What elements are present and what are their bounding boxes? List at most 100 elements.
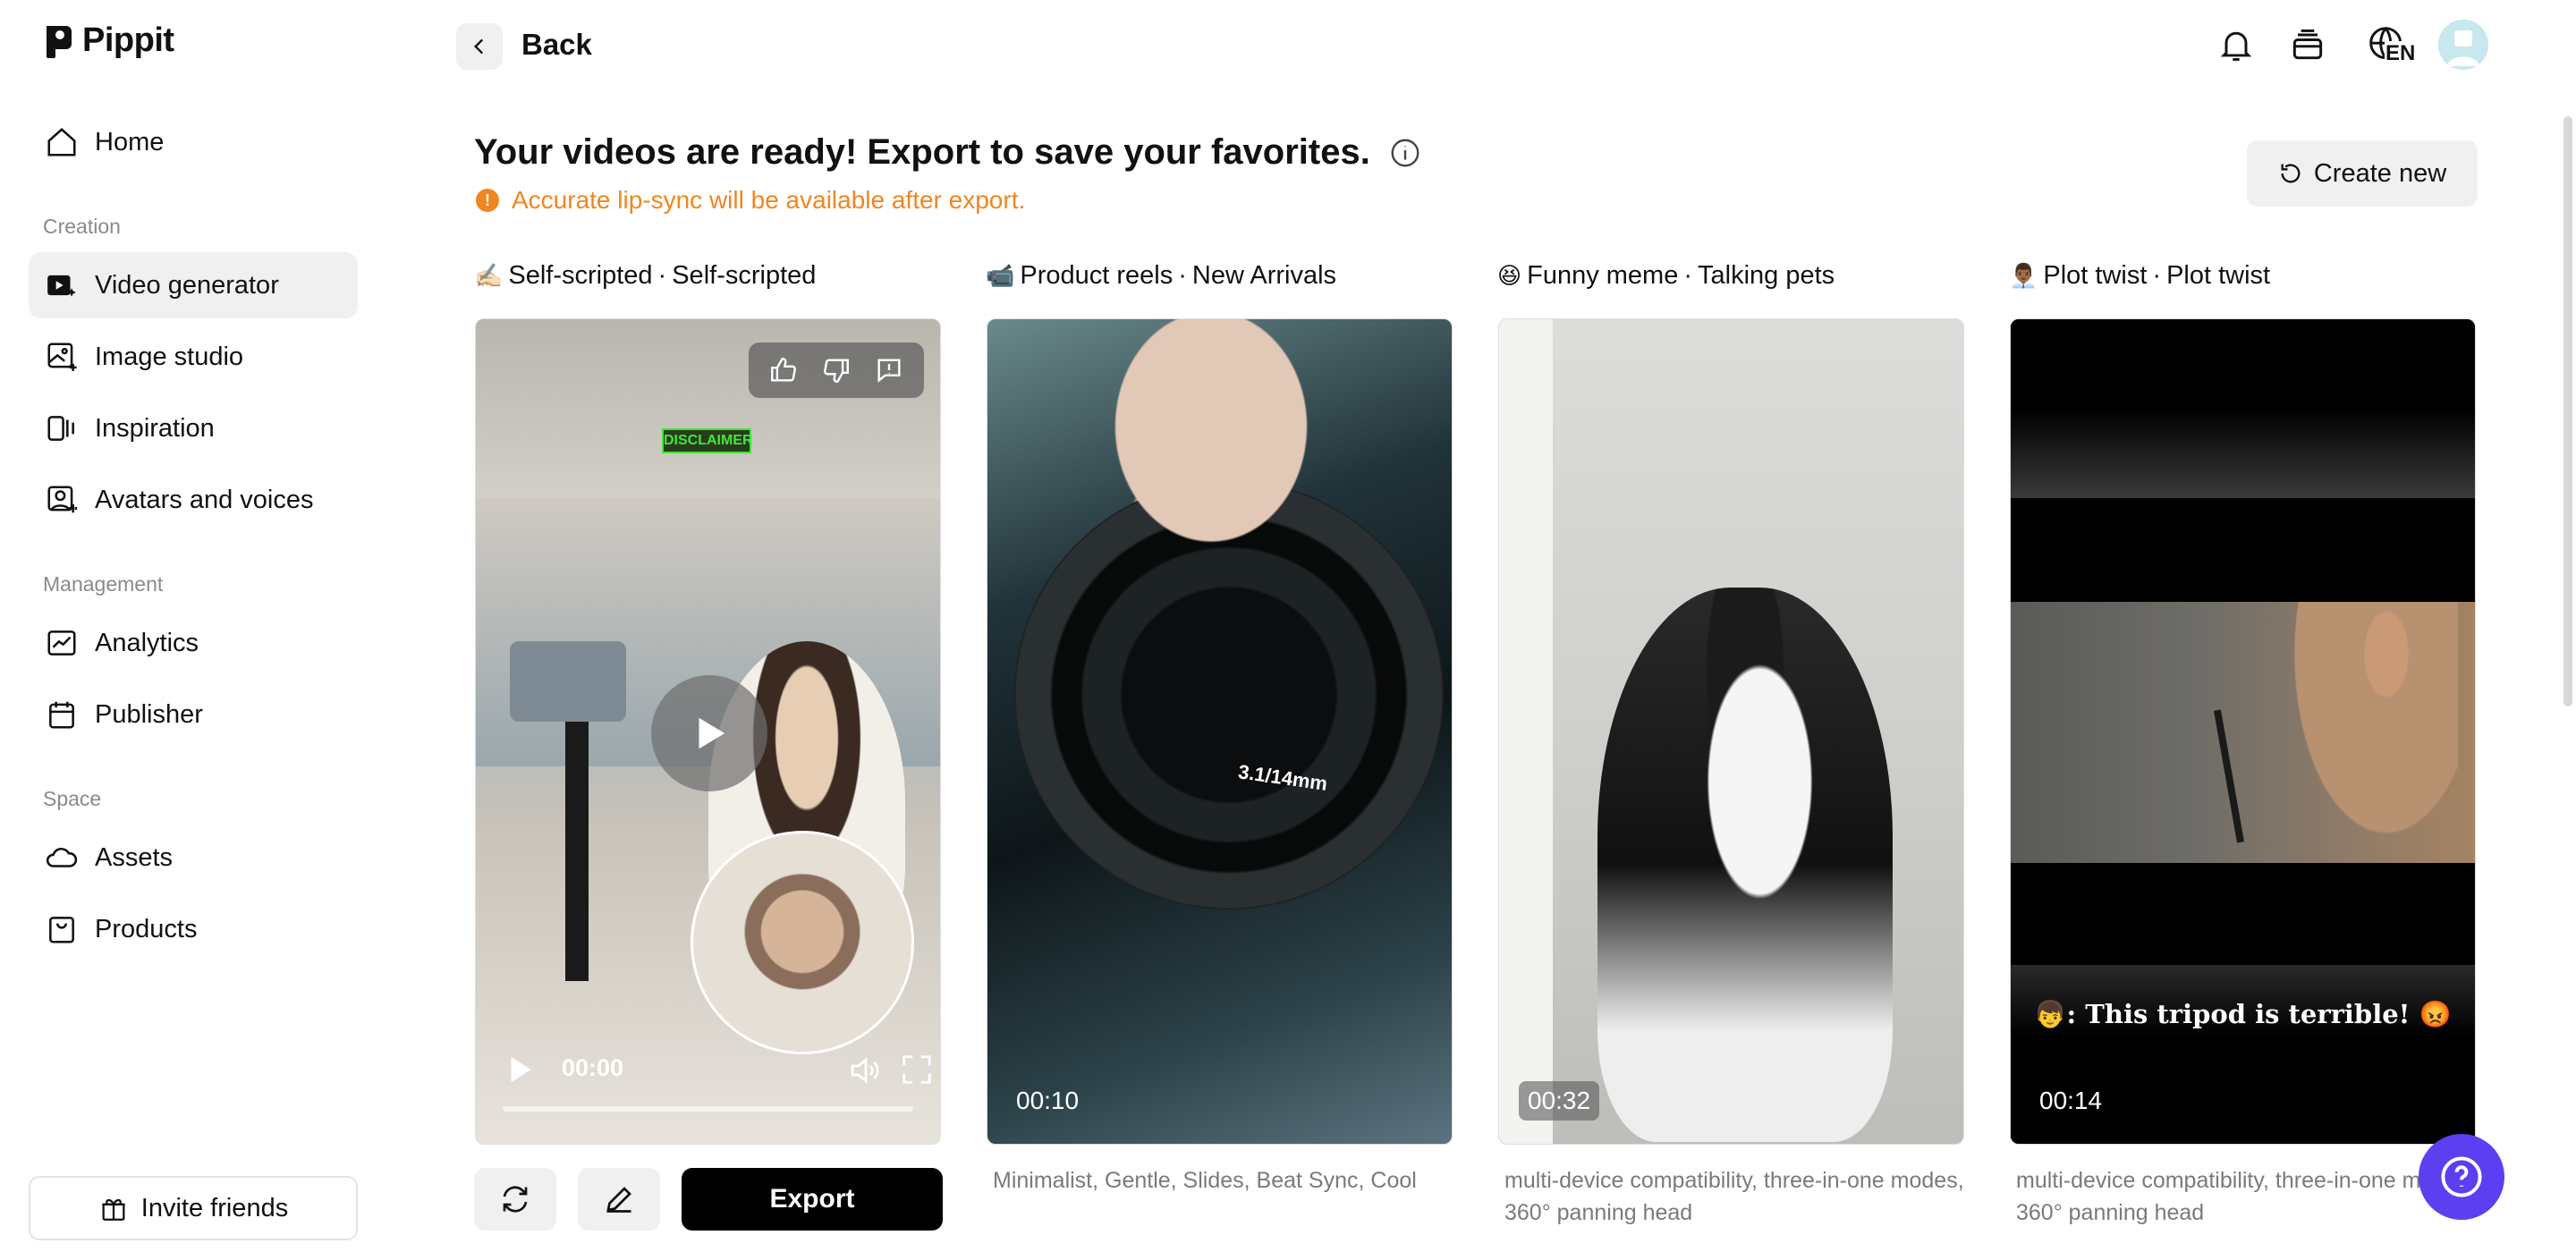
video-preview-1[interactable]: DISCLAIMER 00:00 bbox=[475, 318, 941, 1145]
title-separator-dot: · bbox=[1683, 261, 1693, 290]
sidebar-item-inspiration[interactable]: Inspiration bbox=[29, 395, 358, 461]
laughing-face-icon: 😆 bbox=[1497, 262, 1522, 289]
page-title: Your videos are ready! Export to save yo… bbox=[474, 132, 1370, 172]
sidebar-item-home[interactable]: Home bbox=[29, 109, 358, 175]
analytics-icon bbox=[47, 630, 76, 656]
card-title-4: 👨🏾‍💼 Plot twist · Plot twist bbox=[2009, 261, 2270, 291]
feedback-toolbar bbox=[749, 343, 924, 398]
thumbs-down-icon[interactable] bbox=[821, 355, 852, 385]
sidebar-item-label: Assets bbox=[95, 842, 174, 872]
regenerate-button[interactable] bbox=[474, 1168, 556, 1231]
video-camera-icon: 📹 bbox=[986, 262, 1015, 289]
card-subcategory: Plot twist bbox=[2166, 261, 2271, 290]
video-preview-2[interactable]: 3.1/14mm 00:10 bbox=[987, 318, 1453, 1145]
phone-on-tripod bbox=[510, 641, 626, 722]
refresh-icon bbox=[2281, 164, 2301, 183]
sidebar-item-label: Analytics bbox=[95, 628, 199, 657]
writing-hand-icon: ✍🏻 bbox=[474, 262, 504, 289]
sidebar-item-publisher[interactable]: Publisher bbox=[29, 681, 358, 748]
sidebar-item-label: Avatars and voices bbox=[95, 485, 314, 514]
person-icon: 👨🏾‍💼 bbox=[2009, 262, 2038, 289]
card-subcategory: Talking pets bbox=[1698, 261, 1835, 290]
create-new-label: Create new bbox=[2313, 158, 2447, 188]
video-frame-top bbox=[2011, 319, 2475, 498]
subscription-button[interactable] bbox=[2284, 21, 2331, 68]
video-timestamp: 00:00 bbox=[562, 1054, 624, 1081]
video-preview-3[interactable]: 00:32 bbox=[1498, 318, 1964, 1145]
language-button[interactable]: EN bbox=[2358, 21, 2417, 68]
title-separator-dot: · bbox=[1178, 261, 1187, 290]
sidebar-item-analytics[interactable]: Analytics bbox=[29, 610, 358, 676]
pencil-icon bbox=[606, 1187, 631, 1213]
invite-friends-button[interactable]: Invite friends bbox=[29, 1176, 358, 1240]
fullscreen-icon[interactable] bbox=[900, 1053, 934, 1087]
video-duration: 00:10 bbox=[1016, 1087, 1080, 1114]
tripod-leg bbox=[2214, 709, 2244, 843]
inspiration-icon bbox=[47, 416, 74, 441]
section-title-space: Space bbox=[43, 787, 102, 810]
notification-button[interactable] bbox=[2213, 21, 2259, 68]
logo[interactable]: Pippit bbox=[43, 21, 174, 60]
hand-fingers bbox=[1077, 319, 1345, 588]
chevron-left-icon bbox=[473, 38, 484, 55]
play-button[interactable] bbox=[651, 675, 767, 791]
sidebar-item-assets[interactable]: Assets bbox=[29, 825, 358, 891]
lip-sync-warning: ! Accurate lip-sync will be available af… bbox=[476, 186, 1025, 215]
avatar-pip bbox=[691, 831, 914, 1054]
thumbs-up-icon[interactable] bbox=[768, 355, 799, 385]
help-icon bbox=[2441, 1156, 2482, 1197]
report-icon[interactable] bbox=[874, 355, 904, 385]
create-new-button[interactable]: Create new bbox=[2247, 140, 2478, 207]
help-button[interactable] bbox=[2419, 1134, 2504, 1220]
video-duration: 00:14 bbox=[2039, 1087, 2103, 1114]
title-separator-dot: · bbox=[657, 261, 667, 290]
door-frame bbox=[1499, 319, 1553, 1144]
home-icon bbox=[47, 128, 76, 156]
video-preview-4[interactable]: 👦: This tripod is terrible! 😡 00:14 bbox=[2010, 318, 2476, 1145]
sidebar-item-label: Image studio bbox=[95, 342, 244, 371]
video-caption: 👦: This tripod is terrible! 😡 bbox=[2034, 999, 2452, 1029]
back-button[interactable] bbox=[456, 23, 503, 70]
card-subcategory: New Arrivals bbox=[1191, 261, 1337, 290]
card-category: Product reels bbox=[1020, 261, 1174, 290]
disclaimer-badge: DISCLAIMER bbox=[662, 428, 753, 453]
sidebar-item-label: Video generator bbox=[95, 270, 279, 300]
section-title-management: Management bbox=[43, 572, 164, 596]
cat-figure bbox=[1597, 588, 1893, 1142]
refresh-icon bbox=[503, 1186, 528, 1213]
person-figure bbox=[2279, 602, 2458, 863]
gift-icon bbox=[102, 1198, 125, 1221]
edit-button[interactable] bbox=[578, 1168, 660, 1231]
image-studio-icon bbox=[47, 343, 77, 371]
card-title-1: ✍🏻 Self-scripted · Self-scripted bbox=[474, 261, 816, 291]
sidebar-item-products[interactable]: Products bbox=[29, 896, 358, 962]
sidebar-item-label: Inspiration bbox=[95, 413, 215, 443]
card-title-3: 😆 Funny meme · Talking pets bbox=[1497, 261, 1835, 291]
play-small-icon[interactable] bbox=[503, 1053, 537, 1087]
scrollbar[interactable] bbox=[2563, 116, 2572, 706]
sidebar-item-label: Products bbox=[95, 914, 198, 943]
invite-friends-label: Invite friends bbox=[140, 1193, 289, 1222]
section-title-creation: Creation bbox=[43, 215, 121, 238]
card-description: multi-device compatibility, three-in-one… bbox=[1504, 1168, 1964, 1225]
video-controls: 00:00 bbox=[503, 1045, 931, 1117]
calendar-icon bbox=[49, 701, 74, 729]
back-label[interactable]: Back bbox=[521, 28, 592, 62]
video-generator-icon bbox=[47, 275, 76, 297]
play-icon bbox=[699, 717, 725, 749]
sidebar-item-image-studio[interactable]: Image studio bbox=[29, 324, 358, 390]
avatar-icon bbox=[2438, 20, 2488, 70]
card-description: multi-device compatibility, three-in-one… bbox=[2016, 1168, 2476, 1225]
progress-bar[interactable] bbox=[503, 1106, 913, 1112]
card-subcategory: Self-scripted bbox=[672, 261, 817, 290]
warning-text: Accurate lip-sync will be available afte… bbox=[512, 186, 1026, 214]
title-separator-dot: · bbox=[2152, 261, 2162, 290]
info-icon[interactable] bbox=[1389, 137, 1421, 169]
sidebar-item-video-generator[interactable]: Video generator bbox=[29, 252, 358, 318]
export-button[interactable]: Export bbox=[682, 1168, 943, 1231]
volume-icon[interactable] bbox=[848, 1053, 884, 1088]
user-avatar[interactable] bbox=[2438, 20, 2488, 70]
sidebar-item-label: Publisher bbox=[95, 699, 203, 729]
sidebar: Pippit Home Creation Video generator Ima… bbox=[0, 0, 385, 1252]
sidebar-item-avatars-and-voices[interactable]: Avatars and voices bbox=[29, 467, 358, 533]
